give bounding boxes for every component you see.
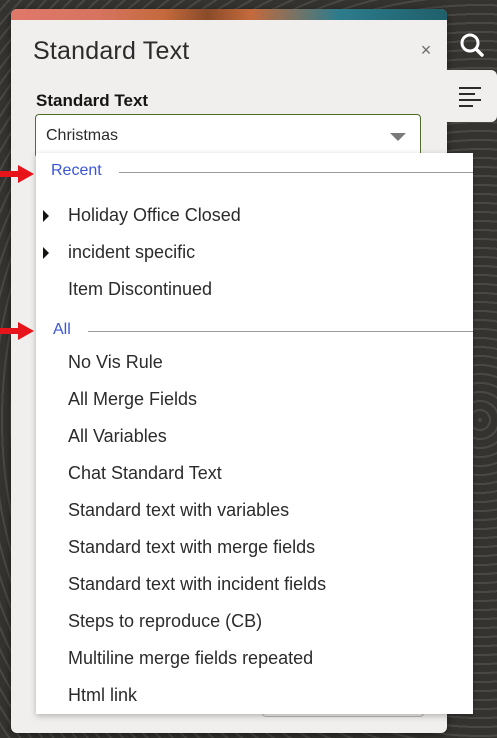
annotation-arrow-icon	[0, 322, 34, 340]
list-item[interactable]: Standard text with incident fields	[68, 574, 326, 595]
select-value: Christmas	[46, 127, 119, 144]
list-item[interactable]: Steps to reproduce (CB)	[68, 611, 262, 632]
group-divider	[88, 331, 473, 332]
list-item-label[interactable]: Holiday Office Closed	[68, 205, 241, 226]
standard-text-select[interactable]: Christmas	[35, 114, 421, 158]
list-item-label[interactable]: incident specific	[68, 242, 195, 263]
standard-text-tab[interactable]	[447, 70, 497, 122]
list-item[interactable]: Standard text with variables	[68, 500, 289, 521]
text-align-left-icon	[459, 87, 481, 107]
close-button[interactable]: ×	[415, 39, 437, 61]
panel-banner	[11, 9, 447, 20]
list-item[interactable]: All Merge Fields	[68, 389, 197, 410]
group-label-all: All	[53, 321, 71, 338]
group-divider	[119, 172, 473, 173]
chevron-down-icon[interactable]	[390, 133, 406, 141]
annotation-arrow-icon	[0, 165, 34, 183]
list-item[interactable]: All Variables	[68, 426, 167, 447]
expand-caret-icon[interactable]	[43, 210, 49, 222]
close-icon: ×	[420, 40, 432, 60]
list-item[interactable]: Html link	[68, 685, 137, 706]
group-header-recent: Recent	[36, 160, 473, 184]
search-icon	[460, 33, 484, 57]
panel-title: Standard Text	[33, 37, 190, 65]
expand-caret-icon[interactable]	[43, 247, 49, 259]
list-item[interactable]: Standard text with merge fields	[68, 537, 315, 558]
group-label-recent: Recent	[51, 162, 102, 179]
group-header-all: All	[36, 319, 473, 343]
field-label: Standard Text	[36, 91, 149, 110]
search-button[interactable]	[457, 30, 487, 60]
list-item[interactable]: No Vis Rule	[68, 352, 163, 373]
standard-text-dropdown: Recent Holiday Office Closed incident sp…	[36, 153, 473, 714]
list-item[interactable]: Item Discontinued	[68, 279, 212, 300]
list-item[interactable]: Multiline merge fields repeated	[68, 648, 313, 669]
list-item[interactable]: Chat Standard Text	[68, 463, 222, 484]
